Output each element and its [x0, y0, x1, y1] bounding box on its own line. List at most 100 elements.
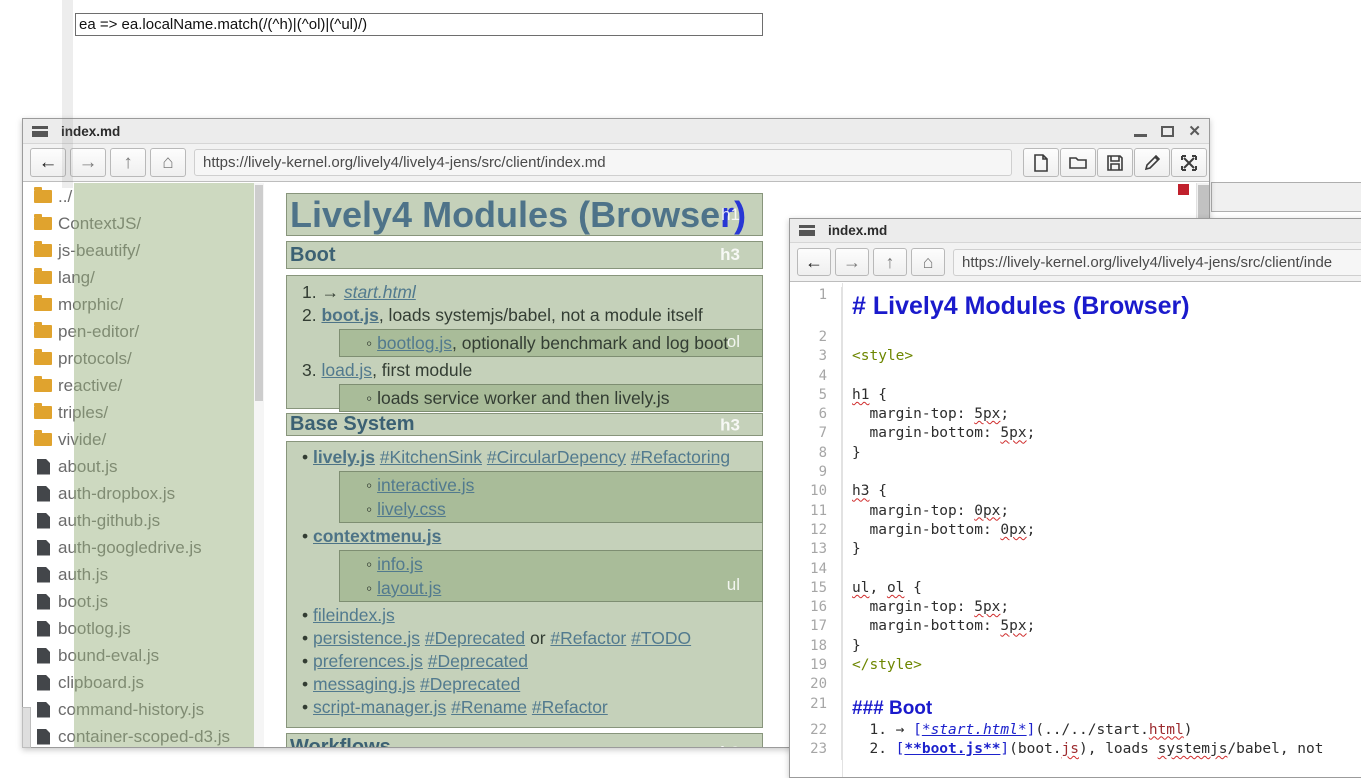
code-line[interactable]: 21### Boot — [790, 696, 1361, 722]
code-line[interactable]: 15ul, ol { — [790, 580, 1361, 599]
back-button[interactable]: ← — [797, 248, 831, 276]
maximize-icon[interactable] — [1161, 126, 1174, 137]
element-filter-input[interactable] — [75, 13, 763, 36]
save-button[interactable] — [1097, 148, 1133, 177]
sidebar-scrollbar[interactable] — [254, 183, 264, 747]
list-item[interactable]: lang/ — [26, 264, 254, 291]
up-button[interactable]: ↑ — [110, 148, 146, 177]
list-item[interactable]: clipboard.js — [26, 669, 254, 696]
code-line[interactable]: 9 — [790, 464, 1361, 483]
code-line[interactable]: 2 — [790, 329, 1361, 348]
md-link[interactable]: #Refactoring — [631, 447, 730, 467]
back-button[interactable]: ← — [30, 148, 66, 177]
list-item[interactable]: command-history.js — [26, 696, 254, 723]
code-line[interactable]: 18} — [790, 638, 1361, 657]
list-item[interactable]: bound-eval.js — [26, 642, 254, 669]
md-link[interactable]: interactive.js — [377, 475, 474, 495]
code-line[interactable]: 19</style> — [790, 657, 1361, 676]
md-link[interactable]: lively.css — [377, 499, 446, 519]
md-link[interactable]: #Deprecated — [428, 651, 528, 671]
list-item[interactable]: reactive/ — [26, 372, 254, 399]
up-button[interactable]: ↑ — [873, 248, 907, 276]
md-link[interactable]: start.html — [344, 282, 416, 302]
list-item[interactable]: auth-github.js — [26, 507, 254, 534]
list-item[interactable]: protocols/ — [26, 345, 254, 372]
md-link[interactable]: contextmenu.js — [313, 526, 441, 546]
list-item[interactable]: container-scoped-d3.js — [26, 723, 254, 747]
code-line[interactable]: 10h3 { — [790, 483, 1361, 502]
code-line[interactable]: 8} — [790, 445, 1361, 464]
code-line[interactable]: 23 2. [**boot.js**](boot.js), loads syst… — [790, 741, 1361, 760]
list-item[interactable]: boot.js — [26, 588, 254, 615]
list-item[interactable]: pen-editor/ — [26, 318, 254, 345]
code-line[interactable]: 3<style> — [790, 348, 1361, 367]
code-line[interactable]: 22 1. → [*start.html*](../../start.html) — [790, 722, 1361, 741]
window2-titlebar[interactable]: index.md — [790, 219, 1361, 243]
home-button[interactable]: ⌂ — [150, 148, 186, 177]
list-item[interactable]: auth-googledrive.js — [26, 534, 254, 561]
code-line[interactable]: 1# Lively4 Modules (Browser) — [790, 287, 1361, 329]
code-text: margin-bottom: 5px; — [842, 618, 1035, 637]
open-folder-button[interactable] — [1060, 148, 1096, 177]
code-line[interactable]: 11 margin-top: 0px; — [790, 503, 1361, 522]
list-item[interactable]: vivide/ — [26, 426, 254, 453]
url-field[interactable]: https://lively-kernel.org/lively4/lively… — [953, 249, 1361, 276]
forward-button[interactable]: → — [70, 148, 106, 177]
md-link[interactable]: boot.js — [321, 305, 378, 325]
window1-titlebar[interactable]: index.md ✕ — [23, 119, 1209, 144]
md-link[interactable]: #Deprecated — [425, 628, 525, 648]
list-item[interactable]: auth-dropbox.js — [26, 480, 254, 507]
sidebar-scrollbar-thumb[interactable] — [255, 185, 263, 401]
md-link[interactable]: #Refactor — [550, 628, 626, 648]
list-item[interactable]: triples/ — [26, 399, 254, 426]
code-line[interactable]: 12 margin-bottom: 0px; — [790, 522, 1361, 541]
list-item[interactable]: ../ — [26, 183, 254, 210]
list-item[interactable]: about.js — [26, 453, 254, 480]
new-file-button[interactable] — [1023, 148, 1059, 177]
md-link[interactable]: #Refactor — [532, 697, 608, 717]
md-source-link: *start.html* — [922, 722, 1027, 738]
list-item[interactable]: ContextJS/ — [26, 210, 254, 237]
code-line[interactable]: 5h1 { — [790, 387, 1361, 406]
list-item[interactable]: morphic/ — [26, 291, 254, 318]
md-link[interactable]: #TODO — [631, 628, 691, 648]
list-item[interactable]: js-beautify/ — [26, 237, 254, 264]
minimize-icon[interactable] — [1134, 134, 1147, 137]
forward-button[interactable]: → — [835, 248, 869, 276]
md-link[interactable]: #Deprecated — [420, 674, 520, 694]
content-scrollbar-thumb[interactable] — [1198, 185, 1209, 218]
md-link[interactable]: persistence.js — [313, 628, 420, 648]
url-field[interactable]: https://lively-kernel.org/lively4/lively… — [194, 149, 1012, 176]
list-item[interactable]: auth.js — [26, 561, 254, 588]
menu-icon[interactable] — [32, 126, 48, 137]
md-link[interactable]: layout.js — [377, 578, 441, 598]
md-link[interactable]: messaging.js — [313, 674, 415, 694]
code-line[interactable]: 4 — [790, 368, 1361, 387]
line-number: 6 — [790, 406, 842, 425]
expand-button[interactable] — [1171, 148, 1207, 177]
code-line[interactable]: 13} — [790, 541, 1361, 560]
md-link[interactable]: info.js — [377, 554, 423, 574]
md-link[interactable]: #CircularDepency — [487, 447, 626, 467]
home-button[interactable]: ⌂ — [911, 248, 945, 276]
md-link[interactable]: #Rename — [451, 697, 527, 717]
code-line[interactable]: 17 margin-bottom: 5px; — [790, 618, 1361, 637]
menu-icon[interactable] — [799, 225, 815, 236]
md-link[interactable]: #KitchenSink — [380, 447, 482, 467]
md-link[interactable]: lively.js — [313, 447, 375, 467]
list-text: • — [302, 651, 313, 671]
md-link[interactable]: preferences.js — [313, 651, 423, 671]
close-icon[interactable]: ✕ — [1188, 124, 1201, 139]
code-line[interactable]: 20 — [790, 676, 1361, 695]
md-link[interactable]: script-manager.js — [313, 697, 446, 717]
code-line[interactable]: 7 margin-bottom: 5px; — [790, 425, 1361, 444]
code-line[interactable]: 16 margin-top: 5px; — [790, 599, 1361, 618]
md-link[interactable]: bootlog.js — [377, 333, 452, 353]
source-editor[interactable]: 1# Lively4 Modules (Browser)23<style>45h… — [790, 283, 1361, 777]
md-link[interactable]: load.js — [321, 360, 372, 380]
code-line[interactable]: 6 margin-top: 5px; — [790, 406, 1361, 425]
md-link[interactable]: fileindex.js — [313, 605, 395, 625]
list-item[interactable]: bootlog.js — [26, 615, 254, 642]
code-line[interactable]: 14 — [790, 561, 1361, 580]
edit-button[interactable] — [1134, 148, 1170, 177]
